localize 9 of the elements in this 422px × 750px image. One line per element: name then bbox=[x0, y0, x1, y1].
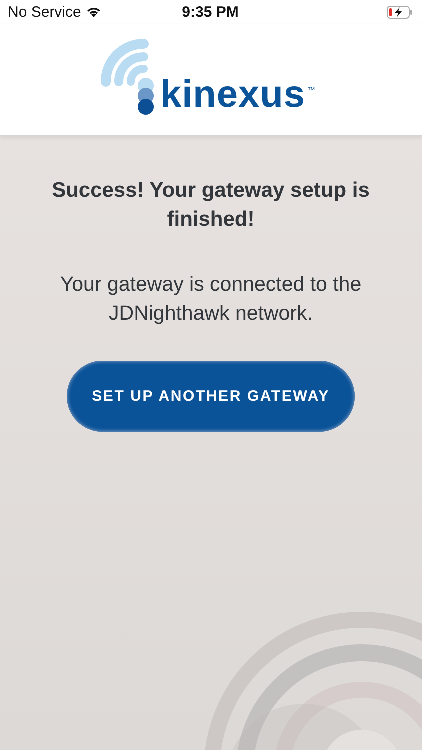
success-heading: Success! Your gateway setup is finished! bbox=[51, 178, 371, 233]
clock-text: 9:35 PM bbox=[182, 4, 239, 20]
battery-charging-icon bbox=[386, 6, 413, 18]
logo-text: kinexus bbox=[160, 76, 306, 114]
wifi-icon bbox=[86, 6, 102, 18]
trademark-text: ™ bbox=[308, 86, 316, 95]
status-message: Your gateway is connected to the JDNighthawk network. bbox=[59, 272, 363, 327]
carrier-text: No Service bbox=[8, 4, 82, 20]
set-up-another-gateway-button[interactable]: SET UP ANOTHER GATEWAY bbox=[67, 361, 355, 432]
